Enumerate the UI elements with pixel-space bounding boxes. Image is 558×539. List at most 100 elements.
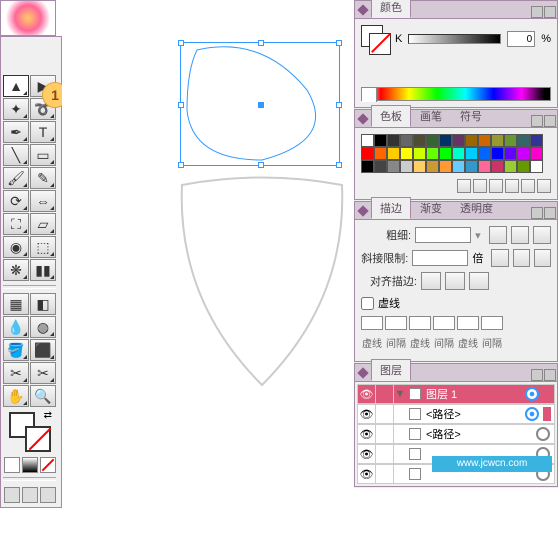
swatch[interactable] xyxy=(530,134,543,147)
gradient-mode-button[interactable] xyxy=(22,457,38,473)
swatch[interactable] xyxy=(517,160,530,173)
handle-ne[interactable] xyxy=(336,40,342,46)
lock-icon[interactable] xyxy=(376,385,394,403)
handle-w[interactable] xyxy=(178,102,184,108)
swatch[interactable] xyxy=(530,147,543,160)
visibility-icon[interactable]: 👁 xyxy=(358,405,376,423)
new-group-icon[interactable] xyxy=(505,179,519,193)
type-tool[interactable]: T xyxy=(30,121,56,143)
swatch[interactable] xyxy=(504,147,517,160)
tab-brushes[interactable]: 画笔 xyxy=(411,105,451,127)
target-icon[interactable] xyxy=(536,427,550,441)
scale-tool[interactable]: ⛶ xyxy=(3,213,29,235)
swatch[interactable] xyxy=(426,134,439,147)
path-name[interactable]: <路径> xyxy=(424,406,521,422)
weight-input[interactable] xyxy=(415,227,471,243)
tab-stroke[interactable]: 描边 xyxy=(371,197,411,219)
swatch[interactable] xyxy=(400,134,413,147)
swatch[interactable] xyxy=(439,160,452,173)
dash-1[interactable] xyxy=(361,316,383,330)
swap-fill-stroke-icon[interactable]: ⇄ xyxy=(44,410,52,421)
artboard[interactable] xyxy=(62,0,354,536)
k-slider[interactable] xyxy=(408,34,501,44)
lock-icon[interactable] xyxy=(376,425,394,443)
cap-round-icon[interactable] xyxy=(511,226,529,244)
line-tool[interactable]: ╲ xyxy=(3,144,29,166)
swatch[interactable] xyxy=(452,134,465,147)
pencil-tool[interactable]: ✎ xyxy=(30,167,56,189)
dash-2[interactable] xyxy=(409,316,431,330)
screen-mode-full[interactable] xyxy=(40,487,56,503)
layer-row[interactable]: 👁 <路径> xyxy=(357,404,555,424)
handle-n[interactable] xyxy=(258,40,264,46)
lock-icon[interactable] xyxy=(376,445,394,463)
gap-1[interactable] xyxy=(385,316,407,330)
swatch[interactable] xyxy=(387,147,400,160)
free-transform-tool[interactable]: ⬚ xyxy=(30,236,56,258)
panel-close-icon[interactable] xyxy=(544,207,556,219)
tab-symbols[interactable]: 符号 xyxy=(451,105,491,127)
swatch[interactable] xyxy=(530,160,543,173)
align-outside-icon[interactable] xyxy=(469,272,489,290)
panel-menu-icon[interactable] xyxy=(531,6,543,18)
swatch[interactable] xyxy=(478,134,491,147)
panel-collapse-icon[interactable] xyxy=(357,113,368,124)
align-center-icon[interactable] xyxy=(421,272,441,290)
slice-tool[interactable]: ✂ xyxy=(3,362,29,384)
join-round-icon[interactable] xyxy=(513,249,530,267)
panel-close-icon[interactable] xyxy=(544,6,556,18)
handle-se[interactable] xyxy=(336,162,342,168)
swatch[interactable] xyxy=(413,134,426,147)
handle-center[interactable] xyxy=(258,102,264,108)
panel-close-icon[interactable] xyxy=(544,369,556,381)
spectrum-bar[interactable] xyxy=(361,87,551,101)
swatch[interactable] xyxy=(491,147,504,160)
tab-swatches[interactable]: 色板 xyxy=(371,105,411,127)
mesh-tool[interactable]: ▦ xyxy=(3,293,29,315)
join-bevel-icon[interactable] xyxy=(534,249,551,267)
paintbrush-tool[interactable]: 🖌 xyxy=(3,167,29,189)
panel-menu-icon[interactable] xyxy=(531,369,543,381)
delete-swatch-icon[interactable] xyxy=(537,179,551,193)
swatch[interactable] xyxy=(374,160,387,173)
swatch-lib-icon[interactable] xyxy=(457,179,471,193)
swatch[interactable] xyxy=(413,160,426,173)
target-icon[interactable] xyxy=(525,407,539,421)
swatch[interactable] xyxy=(465,160,478,173)
tab-gradient[interactable]: 渐变 xyxy=(411,197,451,219)
gap-2[interactable] xyxy=(433,316,455,330)
swatch[interactable] xyxy=(387,134,400,147)
swatch[interactable] xyxy=(426,160,439,173)
swatch[interactable] xyxy=(478,147,491,160)
reflect-tool[interactable]: ⇔ xyxy=(30,190,56,212)
swatch[interactable] xyxy=(374,147,387,160)
screen-mode-full-menu[interactable] xyxy=(22,487,38,503)
path-name[interactable]: <路径> xyxy=(424,426,532,442)
rectangle-tool[interactable]: ▭ xyxy=(30,144,56,166)
panel-menu-icon[interactable] xyxy=(531,207,543,219)
fill-stroke-wells[interactable]: ⇄ xyxy=(3,408,56,456)
swatch[interactable] xyxy=(413,147,426,160)
visibility-icon[interactable]: 👁 xyxy=(358,445,376,463)
visibility-icon[interactable]: 👁 xyxy=(358,465,376,483)
swatch[interactable] xyxy=(387,160,400,173)
swatch[interactable] xyxy=(400,160,413,173)
join-miter-icon[interactable] xyxy=(491,249,508,267)
rotate-tool[interactable]: ⟳ xyxy=(3,190,29,212)
blend-tool[interactable]: ◍ xyxy=(30,316,56,338)
swatch[interactable] xyxy=(361,160,374,173)
live-paint-select-tool[interactable]: ⬛ xyxy=(30,339,56,361)
selection-bounding-box[interactable] xyxy=(180,42,340,166)
target-icon[interactable] xyxy=(525,387,539,401)
swatch[interactable] xyxy=(439,147,452,160)
swatch[interactable] xyxy=(504,134,517,147)
swatch[interactable] xyxy=(478,160,491,173)
graph-tool[interactable]: ▮▮ xyxy=(30,259,56,281)
tab-color[interactable]: 颜色 xyxy=(371,0,411,18)
shear-tool[interactable]: ▱ xyxy=(30,213,56,235)
dash-3[interactable] xyxy=(457,316,479,330)
lock-icon[interactable] xyxy=(376,405,394,423)
swatch[interactable] xyxy=(400,147,413,160)
swatch[interactable] xyxy=(465,147,478,160)
screen-mode-normal[interactable] xyxy=(4,487,20,503)
